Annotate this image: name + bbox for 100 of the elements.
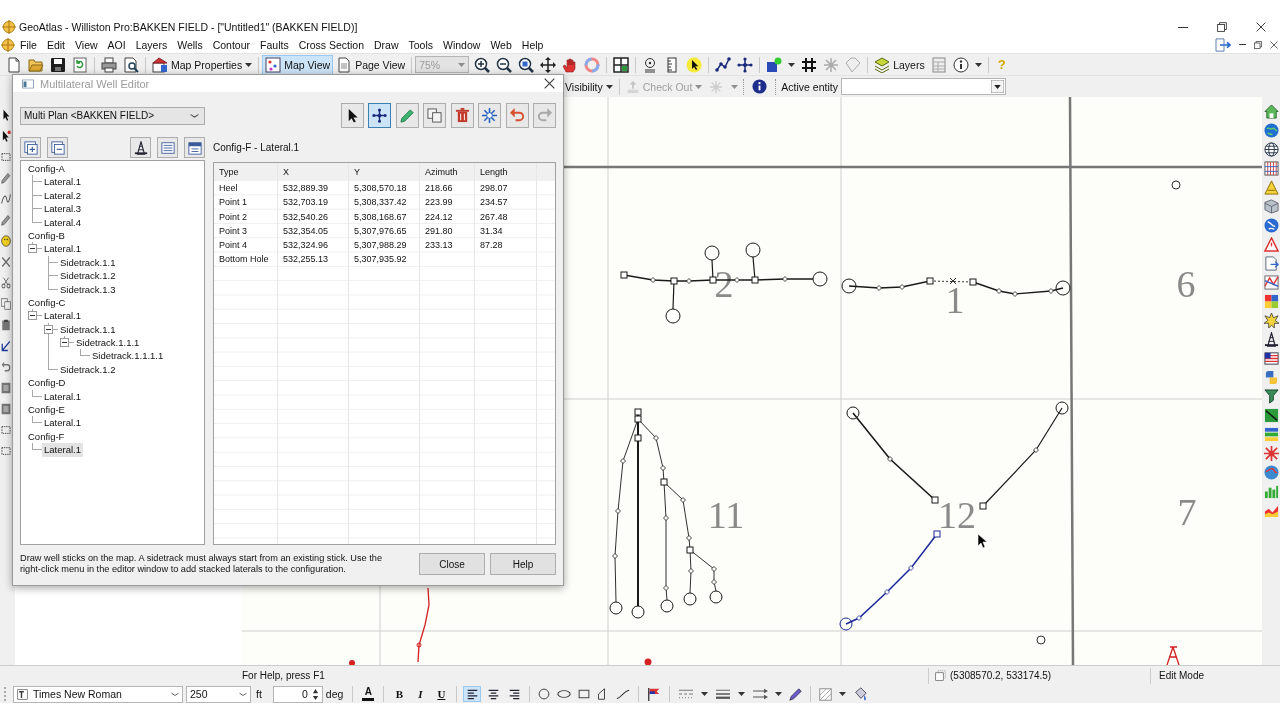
open-folder-icon[interactable] bbox=[28, 56, 44, 73]
info-icon[interactable] bbox=[952, 56, 969, 73]
layers-icon[interactable] bbox=[1263, 427, 1279, 442]
chevron-icon[interactable] bbox=[190, 112, 199, 119]
menu-item[interactable]: Contour bbox=[207, 38, 256, 51]
warning-icon[interactable] bbox=[1263, 237, 1279, 252]
collapse-box-icon[interactable] bbox=[60, 338, 69, 348]
pointer-icon[interactable] bbox=[686, 56, 703, 73]
square-icon[interactable] bbox=[1, 382, 11, 394]
bar-chart-icon[interactable] bbox=[1263, 484, 1279, 499]
tree-item[interactable]: Config-C bbox=[26, 295, 68, 310]
document-arrow-icon[interactable] bbox=[1215, 37, 1231, 52]
view-button[interactable]: Map View bbox=[262, 54, 334, 75]
plan-select[interactable]: Multi Plan <BAKKEN FIELD> bbox=[20, 106, 205, 125]
collapse-box-icon[interactable] bbox=[44, 324, 53, 334]
tree-item[interactable]: Config-F bbox=[26, 429, 67, 444]
minimize-icon[interactable] bbox=[1177, 26, 1188, 28]
caret-icon[interactable] bbox=[701, 692, 709, 696]
tree-item[interactable]: Config-E bbox=[26, 403, 67, 417]
spin-arrows-icon[interactable] bbox=[311, 688, 319, 700]
tree-item[interactable]: Sidetrack.1.2 bbox=[58, 362, 118, 377]
new-document-icon[interactable] bbox=[6, 56, 22, 73]
tree-item[interactable]: Sidetrack.1.2 bbox=[58, 269, 118, 283]
tool-button[interactable] bbox=[340, 103, 364, 128]
face-icon[interactable] bbox=[1, 235, 11, 247]
menu-item[interactable]: Help bbox=[516, 38, 549, 51]
copy-icon[interactable] bbox=[427, 108, 442, 123]
curve-icon[interactable] bbox=[616, 688, 631, 700]
trash-icon[interactable] bbox=[454, 108, 470, 123]
align-left-icon[interactable] bbox=[466, 688, 478, 700]
area-chart-icon[interactable] bbox=[1263, 503, 1279, 518]
dropdown-arrow-icon[interactable] bbox=[990, 80, 1004, 93]
line-chart-icon[interactable] bbox=[1263, 408, 1279, 423]
globe-icon[interactable] bbox=[1263, 123, 1279, 138]
collapse-box-icon[interactable] bbox=[28, 244, 37, 254]
map-properties-button[interactable]: Map Properties bbox=[149, 54, 256, 75]
scissors-icon[interactable] bbox=[1, 277, 11, 289]
caret-icon[interactable] bbox=[245, 62, 253, 67]
zoom-in-icon[interactable] bbox=[474, 56, 491, 73]
tree-item[interactable]: Sidetrack.1.1.1.1 bbox=[90, 349, 166, 363]
menu-item[interactable]: Wells bbox=[172, 38, 208, 51]
zoom-extent-icon[interactable] bbox=[518, 56, 535, 73]
visibility-button[interactable]: Visibility bbox=[562, 76, 616, 97]
dashed-rect-icon[interactable] bbox=[1, 151, 11, 163]
tree-item[interactable]: Lateral.1 bbox=[42, 309, 83, 323]
tree-item[interactable]: Sidetrack.1.1 bbox=[58, 255, 118, 270]
close-icon[interactable] bbox=[1270, 40, 1278, 49]
house-icon[interactable] bbox=[152, 56, 168, 73]
font-icon[interactable] bbox=[17, 688, 28, 700]
interlock-icon[interactable] bbox=[1263, 370, 1279, 385]
house-icon[interactable] bbox=[1263, 104, 1279, 119]
tree-item[interactable]: Lateral.3 bbox=[42, 202, 83, 216]
paint-bucket-icon[interactable] bbox=[853, 687, 868, 701]
pointer-icon[interactable] bbox=[1, 130, 11, 142]
menu-item[interactable]: Edit bbox=[41, 38, 70, 51]
line-weight-icon[interactable] bbox=[715, 688, 732, 700]
dialog-button[interactable]: Help bbox=[490, 553, 556, 575]
font-color-button[interactable]: A bbox=[359, 685, 378, 703]
layers-button[interactable]: Layers bbox=[871, 54, 928, 75]
ellipse-icon[interactable] bbox=[557, 688, 572, 700]
arrow-icon[interactable] bbox=[1, 340, 11, 352]
burst-icon[interactable] bbox=[1263, 446, 1279, 461]
move-icon[interactable] bbox=[737, 56, 754, 73]
menu-item[interactable]: Cross Section bbox=[293, 38, 369, 51]
menu-item[interactable]: Web bbox=[485, 38, 517, 51]
hand-icon[interactable] bbox=[562, 56, 579, 73]
caret-icon[interactable] bbox=[775, 692, 783, 696]
tiles-icon[interactable] bbox=[1263, 294, 1279, 309]
menu-item[interactable]: Tools bbox=[403, 38, 439, 51]
tree-item[interactable]: Lateral.1 bbox=[42, 175, 83, 189]
tree-item[interactable]: Lateral.1 bbox=[42, 416, 83, 430]
style-button[interactable]: B bbox=[390, 686, 409, 702]
caret-icon[interactable] bbox=[738, 692, 746, 696]
scatter-icon[interactable] bbox=[265, 56, 282, 73]
clipboard-icon[interactable] bbox=[1, 319, 11, 331]
funnel-icon[interactable] bbox=[1263, 389, 1279, 404]
move-icon[interactable] bbox=[372, 108, 387, 123]
menu-item[interactable]: Draw bbox=[369, 38, 404, 51]
menu-item[interactable]: Faults bbox=[255, 38, 294, 51]
flag-icon[interactable] bbox=[1263, 351, 1279, 366]
globe-icon[interactable] bbox=[1263, 465, 1279, 480]
caret-icon[interactable] bbox=[974, 62, 982, 67]
tree-item[interactable]: Lateral.1 bbox=[42, 443, 83, 457]
hash-icon[interactable] bbox=[801, 56, 818, 73]
zoom-out-icon[interactable] bbox=[496, 56, 513, 73]
curve-icon[interactable] bbox=[1, 193, 11, 205]
tool-button[interactable] bbox=[368, 103, 391, 128]
tree-item[interactable]: Lateral.4 bbox=[42, 215, 83, 229]
caret-icon[interactable] bbox=[788, 62, 796, 67]
pointer-icon[interactable] bbox=[1, 109, 11, 121]
restore-icon[interactable] bbox=[1254, 40, 1262, 49]
font-select[interactable]: Times New Roman bbox=[13, 685, 183, 703]
undo-icon[interactable] bbox=[509, 108, 525, 123]
align-button[interactable] bbox=[463, 686, 482, 702]
restore-icon[interactable] bbox=[1216, 22, 1227, 32]
view-button[interactable]: Page View bbox=[333, 54, 409, 75]
tree-item[interactable]: Sidetrack.1.3 bbox=[58, 282, 118, 296]
style-button[interactable]: U bbox=[432, 686, 451, 702]
pan-icon[interactable] bbox=[540, 56, 557, 73]
chart-icon[interactable] bbox=[1263, 275, 1279, 290]
